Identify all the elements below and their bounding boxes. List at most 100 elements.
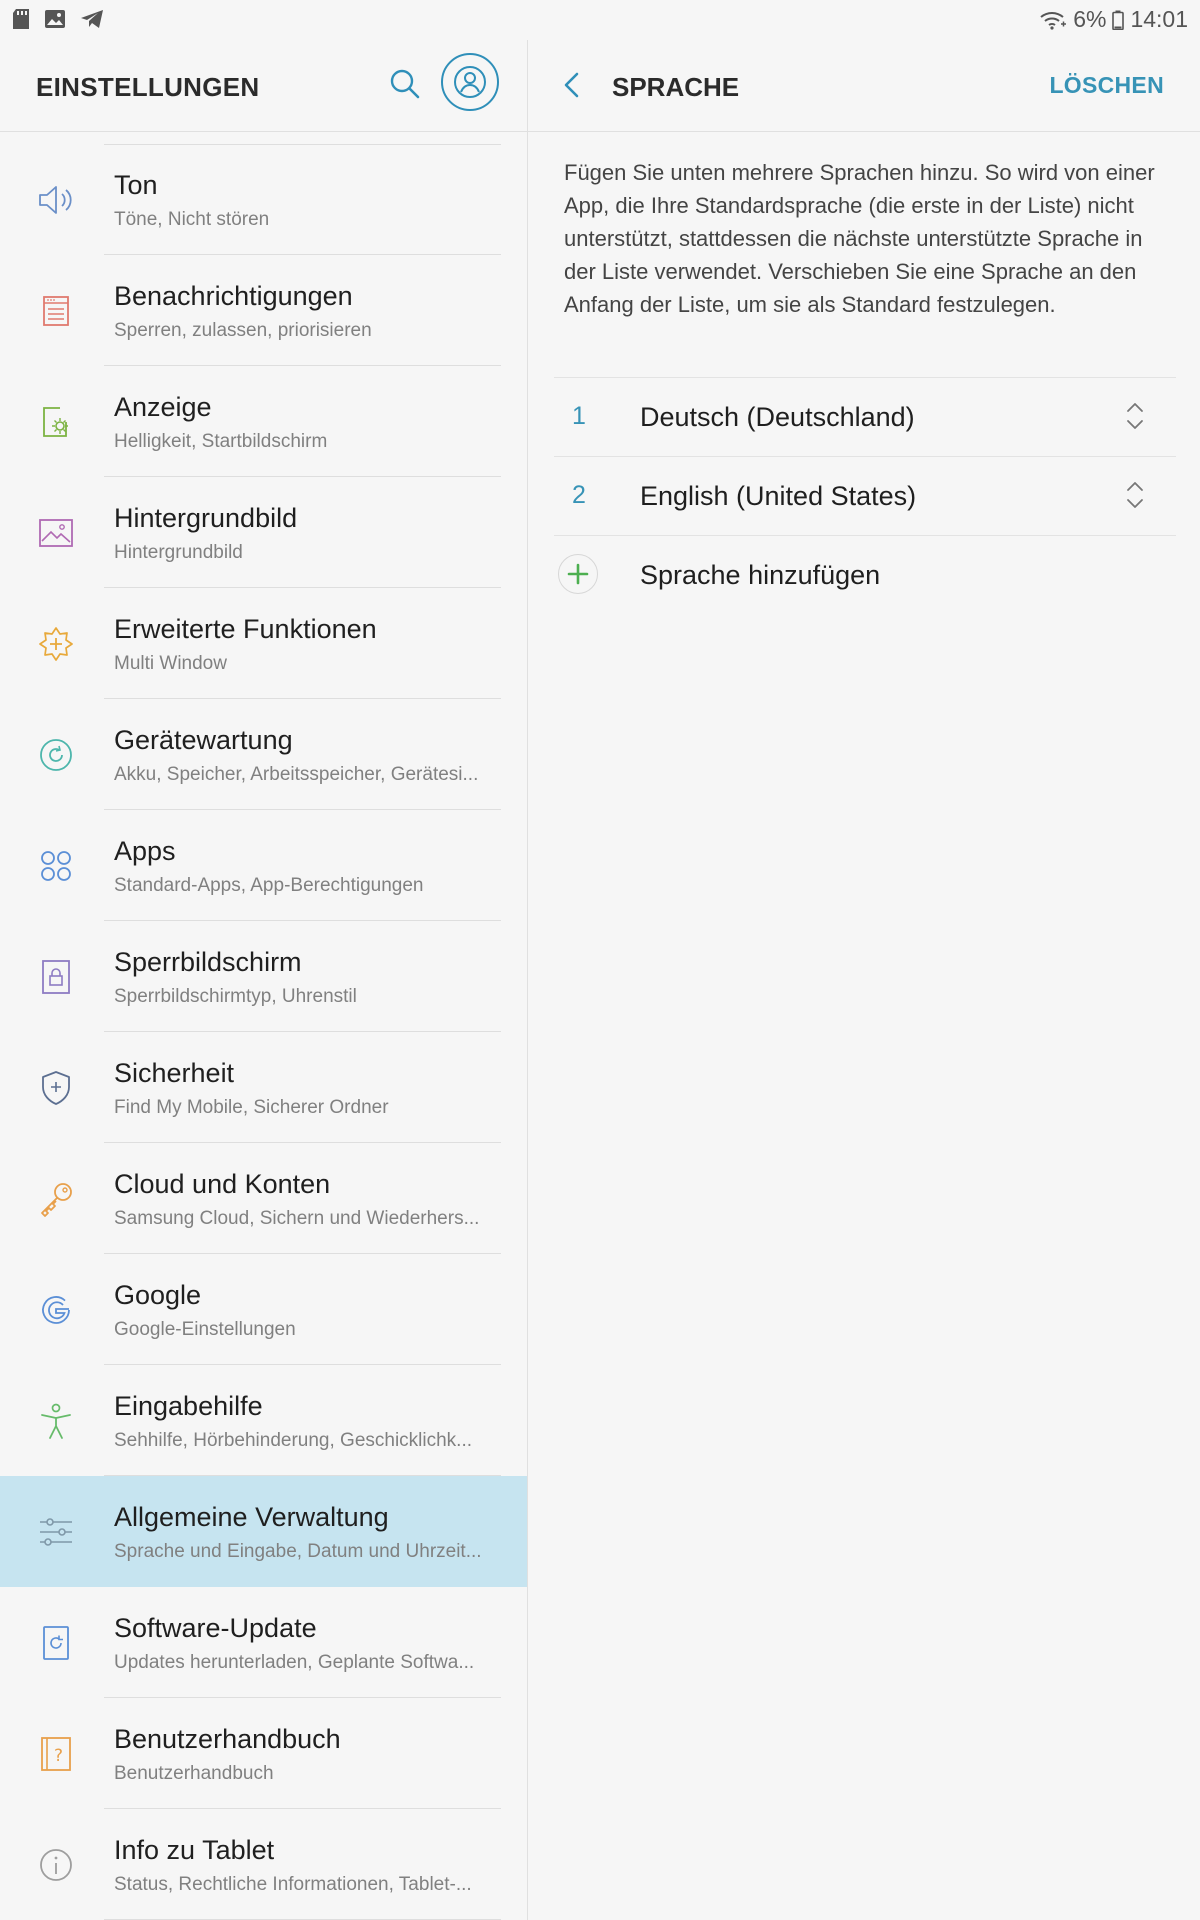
language-name: English (United States): [640, 481, 917, 511]
account-button[interactable]: [441, 53, 499, 111]
menu-item-subtitle: Google-Einstellungen: [114, 1319, 296, 1340]
menu-item-software-update[interactable]: Software-Update Updates herunterladen, G…: [0, 1587, 527, 1698]
language-name: Deutsch (Deutschland): [640, 402, 915, 432]
user-manual-icon: ?: [36, 1734, 76, 1774]
menu-item-allgemeine-verwaltung[interactable]: Allgemeine Verwaltung Sprache und Eingab…: [0, 1476, 527, 1587]
menu-item-title: Ton: [114, 170, 158, 200]
google-icon: [36, 1290, 76, 1330]
menu-item-title: Hintergrundbild: [114, 503, 298, 533]
delete-button[interactable]: LÖSCHEN: [1049, 72, 1164, 99]
sliders-icon: [36, 1512, 76, 1552]
gallery-icon: [44, 9, 66, 29]
settings-pane: EINSTELLUNGEN Ton Töne, Nicht stören Ben…: [0, 40, 527, 1920]
reorder-handle-icon[interactable]: [1124, 400, 1146, 432]
menu-item-cloud-und-konten[interactable]: Cloud und Konten Samsung Cloud, Sichern …: [0, 1143, 527, 1254]
menu-item-title: Benachrichtigungen: [114, 281, 353, 311]
chevron-left-icon: [564, 72, 579, 98]
menu-item-title: Gerätewartung: [114, 725, 293, 755]
menu-item-subtitle: Sperrbildschirmtyp, Uhrenstil: [114, 986, 357, 1007]
battery-icon: [1112, 10, 1125, 30]
menu-item-title: Google: [114, 1280, 202, 1310]
device-maintenance-icon: [36, 735, 76, 775]
menu-item-geraetewartung[interactable]: Gerätewartung Akku, Speicher, Arbeitsspe…: [0, 699, 527, 810]
language-title: SPRACHE: [612, 72, 740, 102]
language-rank: 2: [572, 481, 586, 509]
reorder-handle-icon[interactable]: [1124, 479, 1146, 511]
menu-item-subtitle: Hintergrundbild: [114, 542, 243, 563]
menu-item-subtitle: Töne, Nicht stören: [114, 209, 270, 230]
menu-item-subtitle: Samsung Cloud, Sichern und Wiederhers...: [114, 1208, 480, 1229]
menu-item-subtitle: Sprache und Eingabe, Datum und Uhrzeit..…: [114, 1541, 482, 1562]
search-button[interactable]: [387, 66, 423, 102]
menu-item-title: Software-Update: [114, 1613, 317, 1643]
menu-item-hintergrundbild[interactable]: Hintergrundbild Hintergrundbild: [0, 477, 527, 588]
menu-item-subtitle: Akku, Speicher, Arbeitsspeicher, Gerätes…: [114, 764, 479, 785]
account-icon: [454, 66, 486, 98]
menu-item-ton[interactable]: Ton Töne, Nicht stören: [0, 144, 527, 255]
menu-item-title: Eingabehilfe: [114, 1391, 263, 1421]
menu-item-title: Erweiterte Funktionen: [114, 614, 377, 644]
shield-icon: [36, 1068, 76, 1108]
info-icon: [36, 1845, 76, 1885]
menu-item-title: Allgemeine Verwaltung: [114, 1502, 389, 1532]
status-bar: 6% 14:01: [0, 0, 1200, 40]
menu-item-apps[interactable]: Apps Standard-Apps, App-Berechtigungen: [0, 810, 527, 921]
menu-item-erweiterte-funktionen[interactable]: Erweiterte Funktionen Multi Window: [0, 588, 527, 699]
add-language-label: Sprache hinzufügen: [640, 560, 881, 590]
settings-menu: Ton Töne, Nicht stören Benachrichtigunge…: [0, 144, 527, 1920]
menu-item-subtitle: Sperren, zulassen, priorisieren: [114, 320, 372, 341]
menu-item-eingabehilfe[interactable]: Eingabehilfe Sehhilfe, Hörbehinderung, G…: [0, 1365, 527, 1476]
add-language-button[interactable]: Sprache hinzufügen: [554, 535, 1176, 614]
wallpaper-icon: [36, 513, 76, 553]
menu-item-sperrbildschirm[interactable]: Sperrbildschirm Sperrbildschirmtyp, Uhre…: [0, 921, 527, 1032]
notification-icon: [36, 291, 76, 331]
speaker-icon: [36, 180, 76, 220]
menu-item-google[interactable]: Google Google-Einstellungen: [0, 1254, 527, 1365]
menu-item-title: Benutzerhandbuch: [114, 1724, 341, 1754]
advanced-features-icon: [36, 624, 76, 664]
svg-text:?: ?: [54, 1746, 63, 1766]
battery-percent: 6%: [1073, 6, 1107, 32]
menu-item-benachrichtigungen[interactable]: Benachrichtigungen Sperren, zulassen, pr…: [0, 255, 527, 366]
wifi-icon: [1039, 10, 1067, 30]
menu-item-title: Sperrbildschirm: [114, 947, 302, 977]
language-rank: 1: [572, 402, 586, 430]
accessibility-icon: [36, 1401, 76, 1441]
menu-item-subtitle: Status, Rechtliche Informationen, Tablet…: [114, 1874, 472, 1895]
language-pane: SPRACHE LÖSCHEN Fügen Sie unten mehrere …: [528, 40, 1200, 1920]
display-brightness-icon: [36, 402, 76, 442]
menu-item-anzeige[interactable]: Anzeige Helligkeit, Startbildschirm: [0, 366, 527, 477]
back-button[interactable]: [556, 68, 590, 102]
menu-item-title: Info zu Tablet: [114, 1835, 275, 1865]
menu-item-title: Apps: [114, 836, 176, 866]
page-title: EINSTELLUNGEN: [36, 72, 260, 102]
menu-item-info-zu-tablet[interactable]: Info zu Tablet Status, Rechtliche Inform…: [0, 1809, 527, 1920]
menu-item-benutzerhandbuch[interactable]: ? Benutzerhandbuch Benutzerhandbuch: [0, 1698, 527, 1809]
language-row[interactable]: 1 Deutsch (Deutschland): [554, 377, 1176, 456]
language-list: 1 Deutsch (Deutschland) 2 English (Unite…: [554, 377, 1176, 614]
key-icon: [36, 1179, 76, 1219]
search-icon: [390, 69, 420, 99]
settings-header: EINSTELLUNGEN: [0, 40, 527, 132]
menu-item-subtitle: Multi Window: [114, 653, 227, 674]
menu-item-subtitle: Benutzerhandbuch: [114, 1763, 274, 1784]
language-row[interactable]: 2 English (United States): [554, 456, 1176, 535]
lock-screen-icon: [36, 957, 76, 997]
apps-icon: [36, 846, 76, 886]
telegram-icon: [80, 9, 104, 29]
menu-item-title: Cloud und Konten: [114, 1169, 331, 1199]
menu-item-subtitle: Sehhilfe, Hörbehinderung, Geschicklichk.…: [114, 1430, 473, 1451]
language-header: SPRACHE LÖSCHEN: [528, 40, 1200, 132]
status-right: 6% 14:01: [1039, 6, 1188, 33]
menu-item-subtitle: Standard-Apps, App-Berechtigungen: [114, 875, 424, 896]
menu-item-title: Anzeige: [114, 392, 212, 422]
menu-item-subtitle: Updates herunterladen, Geplante Softwa..…: [114, 1652, 475, 1673]
status-left-icons: [12, 8, 104, 30]
clock: 14:01: [1130, 6, 1188, 32]
language-description: Fügen Sie unten mehrere Sprachen hinzu. …: [564, 160, 1155, 317]
menu-item-subtitle: Find My Mobile, Sicherer Ordner: [114, 1097, 389, 1118]
menu-item-sicherheit[interactable]: Sicherheit Find My Mobile, Sicherer Ordn…: [0, 1032, 527, 1143]
plus-icon: [558, 554, 598, 594]
software-update-icon: [36, 1623, 76, 1663]
menu-item-title: Sicherheit: [114, 1058, 235, 1088]
